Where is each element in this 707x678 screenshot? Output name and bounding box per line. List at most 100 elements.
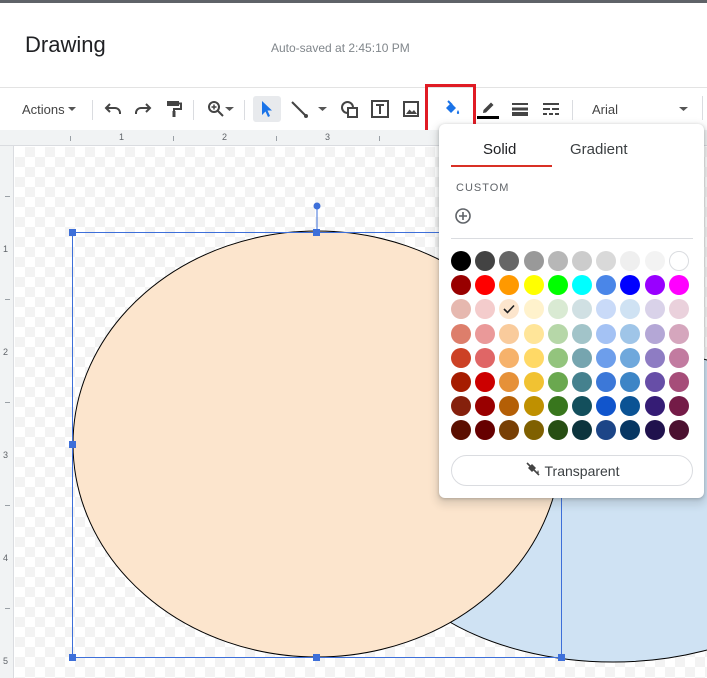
text-box-button[interactable]	[368, 96, 392, 122]
color-swatch[interactable]	[499, 299, 520, 320]
zoom-button[interactable]	[202, 96, 238, 122]
color-swatch[interactable]	[668, 396, 689, 417]
color-swatch[interactable]	[668, 371, 689, 392]
color-swatch[interactable]	[451, 396, 471, 417]
color-swatch[interactable]	[596, 323, 617, 344]
color-swatch[interactable]	[668, 420, 689, 441]
color-swatch[interactable]	[620, 299, 641, 320]
color-swatch[interactable]	[668, 347, 689, 368]
color-swatch[interactable]	[499, 323, 520, 344]
color-swatch[interactable]	[499, 275, 520, 296]
color-swatch[interactable]	[499, 420, 520, 441]
redo-button[interactable]	[131, 96, 155, 122]
color-swatch[interactable]	[620, 275, 641, 296]
border-dash-button[interactable]	[539, 96, 563, 122]
color-swatch[interactable]	[620, 396, 641, 417]
color-swatch[interactable]	[523, 396, 544, 417]
color-swatch[interactable]	[596, 299, 617, 320]
color-swatch[interactable]	[547, 420, 568, 441]
resize-handle[interactable]	[69, 229, 76, 236]
resize-handle[interactable]	[313, 229, 320, 236]
insert-image-button[interactable]	[399, 96, 423, 122]
color-swatch[interactable]	[644, 371, 665, 392]
color-swatch[interactable]	[596, 396, 617, 417]
color-swatch[interactable]	[596, 420, 617, 441]
color-swatch[interactable]	[668, 299, 689, 320]
color-swatch[interactable]	[620, 347, 641, 368]
color-swatch[interactable]	[547, 371, 568, 392]
color-swatch[interactable]	[644, 396, 665, 417]
color-swatch[interactable]	[475, 275, 496, 296]
color-swatch[interactable]	[644, 347, 665, 368]
color-swatch[interactable]	[547, 396, 568, 417]
color-swatch[interactable]	[571, 371, 592, 392]
color-swatch[interactable]	[499, 396, 520, 417]
color-swatch[interactable]	[571, 275, 592, 296]
color-swatch[interactable]	[571, 347, 592, 368]
color-swatch[interactable]	[620, 420, 641, 441]
color-swatch[interactable]	[451, 275, 471, 296]
tab-gradient[interactable]: Gradient	[570, 141, 628, 158]
color-swatch[interactable]	[547, 299, 568, 320]
color-swatch[interactable]	[547, 251, 568, 271]
color-swatch[interactable]	[475, 396, 496, 417]
color-swatch[interactable]	[475, 371, 496, 392]
color-swatch[interactable]	[596, 275, 617, 296]
color-swatch[interactable]	[644, 275, 665, 296]
color-swatch[interactable]	[571, 420, 592, 441]
transparent-button[interactable]: Transparent	[451, 455, 693, 486]
font-family-select[interactable]: Arial	[586, 96, 694, 122]
color-swatch[interactable]	[499, 251, 520, 271]
undo-button[interactable]	[101, 96, 125, 122]
rotate-handle[interactable]	[313, 202, 321, 210]
color-swatch[interactable]	[451, 299, 471, 320]
color-swatch[interactable]	[523, 347, 544, 368]
color-swatch[interactable]	[668, 251, 689, 271]
color-swatch[interactable]	[523, 251, 544, 271]
color-swatch[interactable]	[571, 396, 592, 417]
color-swatch[interactable]	[475, 420, 496, 441]
color-swatch[interactable]	[547, 347, 568, 368]
color-swatch[interactable]	[620, 323, 641, 344]
color-swatch[interactable]	[571, 323, 592, 344]
color-swatch[interactable]	[523, 275, 544, 296]
color-swatch[interactable]	[523, 371, 544, 392]
color-swatch[interactable]	[499, 347, 520, 368]
line-tool-button[interactable]	[287, 96, 311, 122]
color-swatch[interactable]	[523, 299, 544, 320]
color-swatch[interactable]	[644, 420, 665, 441]
color-swatch[interactable]	[451, 251, 471, 271]
color-swatch[interactable]	[451, 371, 471, 392]
color-swatch[interactable]	[596, 347, 617, 368]
color-swatch[interactable]	[644, 251, 665, 271]
select-tool-button[interactable]	[253, 96, 281, 122]
color-swatch[interactable]	[475, 299, 496, 320]
resize-handle[interactable]	[69, 654, 76, 661]
color-swatch[interactable]	[475, 323, 496, 344]
shape-tool-button[interactable]	[337, 96, 361, 122]
resize-handle[interactable]	[313, 654, 320, 661]
border-weight-button[interactable]	[508, 96, 532, 122]
color-swatch[interactable]	[644, 299, 665, 320]
color-swatch[interactable]	[475, 251, 496, 271]
color-swatch[interactable]	[668, 275, 689, 296]
color-swatch[interactable]	[571, 299, 592, 320]
tab-solid[interactable]: Solid	[483, 141, 516, 158]
border-color-button[interactable]	[476, 96, 500, 122]
resize-handle[interactable]	[558, 654, 565, 661]
color-swatch[interactable]	[475, 347, 496, 368]
color-swatch[interactable]	[596, 251, 617, 271]
color-swatch[interactable]	[571, 251, 592, 271]
actions-menu-button[interactable]: Actions	[22, 96, 84, 122]
color-swatch[interactable]	[547, 275, 568, 296]
color-swatch[interactable]	[451, 347, 471, 368]
color-swatch[interactable]	[523, 420, 544, 441]
color-swatch[interactable]	[523, 323, 544, 344]
color-swatch[interactable]	[620, 371, 641, 392]
paint-format-button[interactable]	[162, 96, 186, 122]
color-swatch[interactable]	[668, 323, 689, 344]
color-swatch[interactable]	[620, 251, 641, 271]
color-swatch[interactable]	[499, 371, 520, 392]
color-swatch[interactable]	[644, 323, 665, 344]
color-swatch[interactable]	[451, 323, 471, 344]
